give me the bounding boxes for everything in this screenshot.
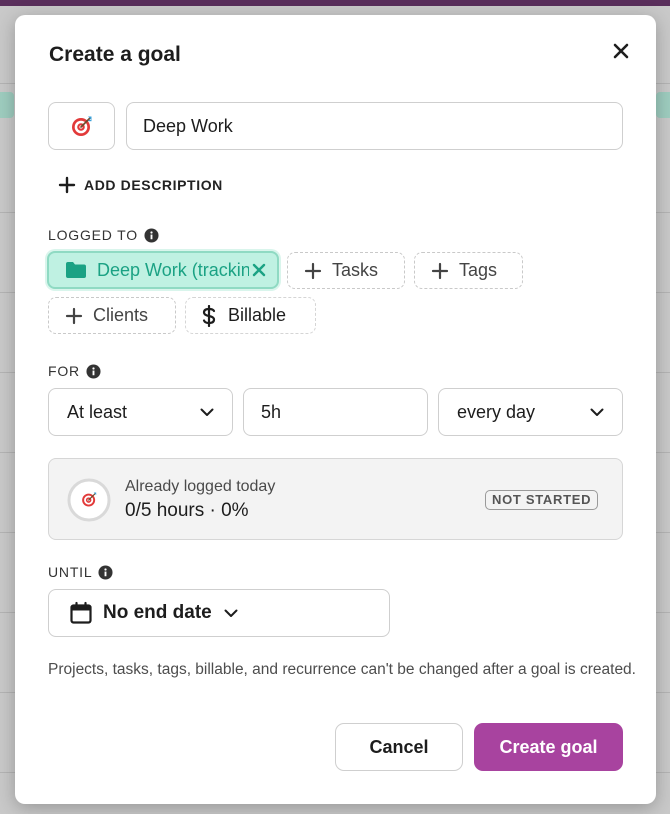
info-note: Projects, tasks, tags, billable, and rec… (48, 661, 636, 678)
goal-name-input[interactable] (126, 102, 623, 150)
background-tag (656, 92, 670, 118)
plus-icon (65, 307, 83, 324)
info-icon[interactable] (144, 227, 159, 243)
add-clients-chip[interactable]: Clients (48, 297, 176, 334)
chevron-down-icon (224, 609, 238, 617)
for-label: FOR (48, 363, 101, 379)
until-label: UNTIL (48, 564, 113, 580)
goal-icon-picker[interactable] (48, 102, 115, 150)
add-description-label: ADD DESCRIPTION (84, 177, 223, 193)
target-icon (71, 116, 91, 136)
recurrence-select[interactable]: every day (438, 388, 623, 436)
for-label-text: FOR (48, 363, 80, 379)
modal-title: Create a goal (49, 43, 181, 66)
remove-icon[interactable] (251, 262, 267, 278)
add-tags-label: Tags (459, 260, 498, 280)
logged-to-label: LOGGED TO (48, 227, 159, 243)
calendar-icon (70, 601, 92, 624)
progress-label: Already logged today (125, 478, 276, 495)
amount-input[interactable] (243, 388, 428, 436)
folder-icon (66, 262, 86, 278)
close-button[interactable] (609, 39, 633, 63)
logged-to-label-text: LOGGED TO (48, 227, 138, 243)
progress-value: 0/5 hours · 0% (125, 500, 249, 521)
end-date-select[interactable]: No end date (48, 589, 390, 637)
comparison-select[interactable]: At least (48, 388, 233, 436)
comparison-value: At least (67, 401, 128, 422)
background-tag (0, 92, 14, 118)
selected-project-chip[interactable]: Deep Work (tracking) (47, 251, 279, 289)
close-icon (613, 43, 629, 59)
add-clients-label: Clients (93, 305, 149, 325)
background-topbar (0, 0, 670, 6)
chevron-down-icon (590, 408, 604, 416)
progress-ring (67, 478, 111, 522)
create-goal-button[interactable]: Create goal (474, 723, 623, 771)
project-name: Deep Work (tracking) (97, 259, 249, 280)
plus-icon (304, 262, 322, 279)
cancel-button[interactable]: Cancel (335, 723, 463, 771)
plus-icon (431, 262, 449, 279)
create-goal-modal: Create a goal ADD DESCRIPTION LOGGED TO (15, 15, 656, 804)
add-tasks-chip[interactable]: Tasks (287, 252, 405, 289)
billable-chip[interactable]: Billable (185, 297, 316, 334)
info-icon[interactable] (98, 564, 113, 580)
until-label-text: UNTIL (48, 564, 93, 580)
add-tasks-label: Tasks (332, 260, 379, 280)
recurrence-value: every day (457, 401, 536, 422)
info-icon[interactable] (86, 363, 101, 379)
status-badge: NOT STARTED (485, 490, 599, 510)
add-description-button[interactable]: ADD DESCRIPTION (58, 176, 223, 194)
billable-label: Billable (228, 305, 287, 325)
add-tags-chip[interactable]: Tags (414, 252, 523, 289)
plus-icon (58, 176, 76, 194)
dollar-icon (202, 304, 216, 327)
end-date-value: No end date (103, 602, 212, 623)
chevron-down-icon (200, 408, 214, 416)
progress-card: Already logged today 0/5 hours · 0% NOT … (48, 458, 623, 540)
